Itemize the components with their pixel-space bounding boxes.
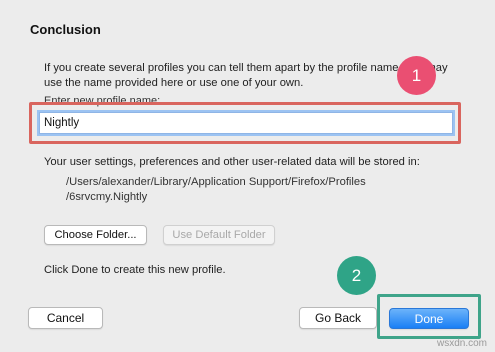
done-hint-text: Click Done to create this new profile. <box>44 264 226 276</box>
profile-name-input[interactable] <box>39 112 453 134</box>
step-badge-1: 1 <box>397 56 436 95</box>
storage-info-text: Your user settings, preferences and othe… <box>44 156 420 168</box>
choose-folder-button[interactable]: Choose Folder... <box>44 225 147 245</box>
done-button[interactable]: Done <box>389 308 469 329</box>
dialog-title: Conclusion <box>30 22 101 37</box>
profile-path-line-1: /Users/alexander/Library/Application Sup… <box>66 176 366 188</box>
new-profile-dialog: Conclusion If you create several profile… <box>0 0 495 352</box>
use-default-folder-button: Use Default Folder <box>163 225 275 245</box>
watermark-text: wsxdn.com <box>436 338 487 349</box>
cancel-button[interactable]: Cancel <box>28 307 103 329</box>
step-badge-2: 2 <box>337 256 376 295</box>
go-back-button[interactable]: Go Back <box>299 307 377 329</box>
profile-path-line-2: /6srvcmy.Nightly <box>66 191 148 203</box>
